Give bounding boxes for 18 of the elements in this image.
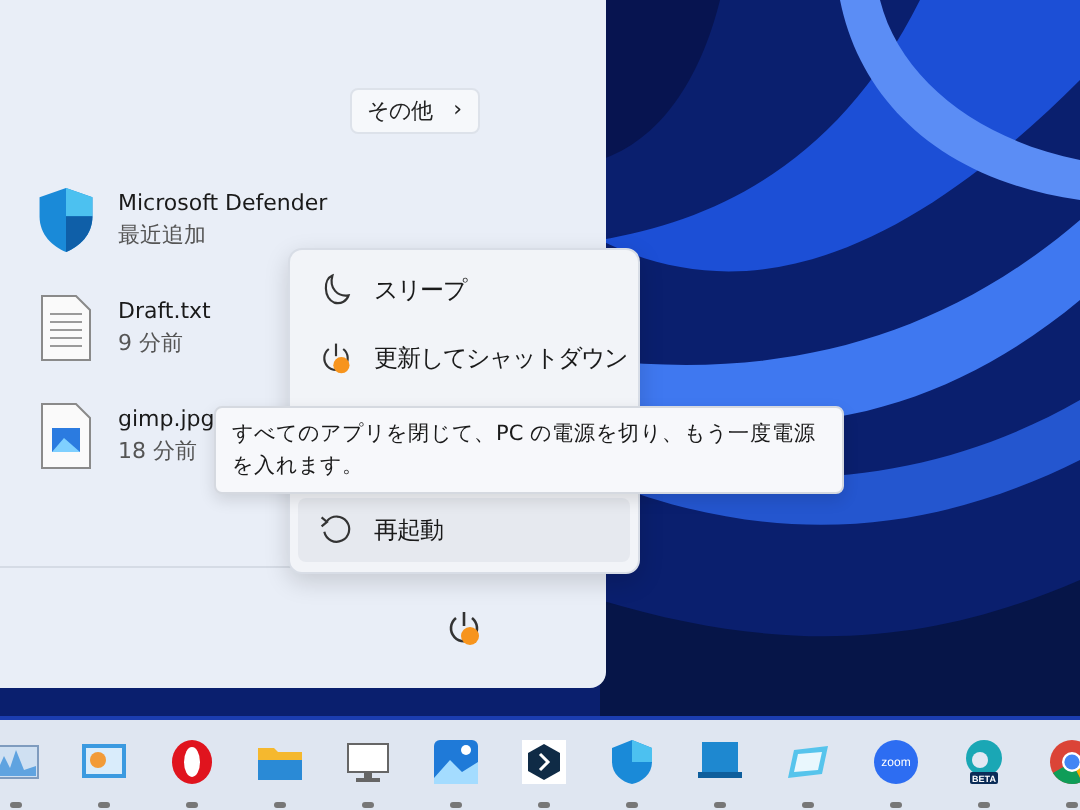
- shield-app-icon[interactable]: [607, 738, 655, 786]
- restart-icon: [318, 512, 354, 548]
- item-name: Draft.txt: [118, 298, 211, 324]
- power-icon: [318, 340, 354, 376]
- menu-item[interactable]: 再起動: [298, 498, 630, 562]
- more-button[interactable]: その他 ›: [349, 88, 480, 134]
- menu-item[interactable]: スリープ: [298, 258, 630, 322]
- power-icon[interactable]: [444, 608, 484, 648]
- display-app-icon[interactable]: [343, 738, 391, 786]
- item-name: Microsoft Defender: [118, 190, 328, 216]
- item-detail: 9 分前: [118, 328, 185, 358]
- menu-item[interactable]: 更新してシャットダウン: [298, 326, 630, 390]
- item-name: gimp.jpg: [118, 406, 215, 432]
- tooltip: すべてのアプリを閉じて、PC の電源を切り、もう一度電源を入れます。: [214, 406, 844, 494]
- item-detail: 最近追加: [118, 220, 208, 250]
- photos-app-icon[interactable]: [431, 738, 479, 786]
- shield-icon: [34, 186, 98, 254]
- item-detail: 18 分前: [118, 436, 199, 466]
